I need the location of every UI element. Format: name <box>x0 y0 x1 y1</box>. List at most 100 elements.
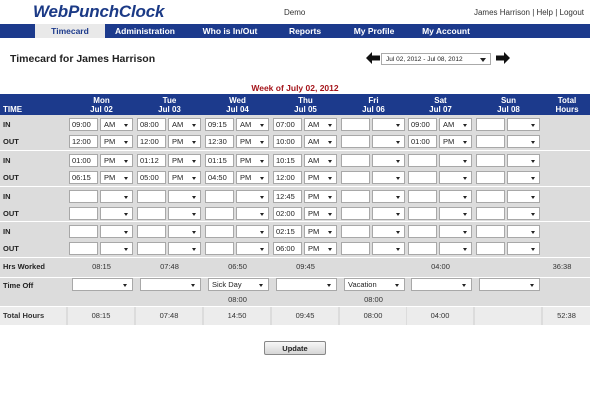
help-link[interactable]: Help <box>537 8 553 17</box>
ampm-select[interactable] <box>168 207 201 220</box>
time-input[interactable] <box>476 207 505 220</box>
ampm-select[interactable] <box>439 190 472 203</box>
time-input[interactable] <box>341 135 370 148</box>
time-input[interactable]: 07:00 <box>273 118 302 131</box>
update-button[interactable]: Update <box>264 341 326 355</box>
ampm-select[interactable]: PM <box>304 225 337 238</box>
ampm-select[interactable] <box>168 225 201 238</box>
ampm-select[interactable] <box>372 190 405 203</box>
time-input[interactable]: 09:00 <box>408 118 437 131</box>
time-input[interactable]: 12:45 <box>273 190 302 203</box>
ampm-select[interactable]: PM <box>100 171 133 184</box>
time-input[interactable]: 02:00 <box>273 207 302 220</box>
time-input[interactable] <box>341 171 370 184</box>
time-input[interactable] <box>408 154 437 167</box>
previous-week-arrow-icon[interactable] <box>366 52 380 64</box>
time-off-select[interactable] <box>276 278 337 291</box>
ampm-select[interactable]: AM <box>304 154 337 167</box>
ampm-select[interactable] <box>372 242 405 255</box>
user-name-link[interactable]: James Harrison <box>474 8 530 17</box>
ampm-select[interactable]: AM <box>304 118 337 131</box>
time-input[interactable] <box>69 190 98 203</box>
ampm-select[interactable] <box>507 207 540 220</box>
ampm-select[interactable] <box>100 225 133 238</box>
time-input[interactable]: 10:15 <box>273 154 302 167</box>
time-input[interactable]: 01:12 <box>137 154 166 167</box>
ampm-select[interactable]: PM <box>236 171 269 184</box>
time-input[interactable] <box>69 225 98 238</box>
ampm-select[interactable] <box>507 171 540 184</box>
time-input[interactable] <box>476 135 505 148</box>
ampm-select[interactable] <box>372 207 405 220</box>
ampm-select[interactable] <box>236 190 269 203</box>
ampm-select[interactable] <box>168 190 201 203</box>
logout-link[interactable]: Logout <box>560 8 584 17</box>
time-input[interactable]: 02:15 <box>273 225 302 238</box>
time-input[interactable]: 06:15 <box>69 171 98 184</box>
ampm-select[interactable] <box>439 171 472 184</box>
ampm-select[interactable]: AM <box>100 118 133 131</box>
time-input[interactable] <box>408 207 437 220</box>
time-input[interactable]: 06:00 <box>273 242 302 255</box>
time-input[interactable]: 12:00 <box>69 135 98 148</box>
ampm-select[interactable]: AM <box>236 118 269 131</box>
time-input[interactable] <box>205 225 234 238</box>
nav-tab-administration[interactable]: Administration <box>105 24 185 38</box>
ampm-select[interactable]: PM <box>168 154 201 167</box>
ampm-select[interactable] <box>507 154 540 167</box>
time-input[interactable]: 09:00 <box>69 118 98 131</box>
ampm-select[interactable]: PM <box>168 171 201 184</box>
ampm-select[interactable] <box>372 118 405 131</box>
ampm-select[interactable]: PM <box>100 154 133 167</box>
ampm-select[interactable] <box>439 154 472 167</box>
nav-tab-my-profile[interactable]: My Profile <box>342 24 406 38</box>
time-input[interactable] <box>408 190 437 203</box>
ampm-select[interactable]: PM <box>304 190 337 203</box>
time-input[interactable] <box>341 242 370 255</box>
ampm-select[interactable]: PM <box>304 171 337 184</box>
ampm-select[interactable] <box>507 190 540 203</box>
ampm-select[interactable] <box>236 207 269 220</box>
time-input[interactable] <box>137 207 166 220</box>
time-input[interactable]: 04:50 <box>205 171 234 184</box>
time-input[interactable]: 10:00 <box>273 135 302 148</box>
ampm-select[interactable] <box>236 242 269 255</box>
week-select[interactable]: Jul 02, 2012 - Jul 08, 2012 <box>381 53 491 65</box>
time-input[interactable] <box>137 190 166 203</box>
time-input[interactable]: 09:15 <box>205 118 234 131</box>
time-input[interactable] <box>69 242 98 255</box>
time-off-select[interactable]: Sick Day <box>208 278 269 291</box>
ampm-select[interactable] <box>100 207 133 220</box>
ampm-select[interactable] <box>372 171 405 184</box>
time-input[interactable] <box>476 171 505 184</box>
time-input[interactable] <box>476 154 505 167</box>
ampm-select[interactable] <box>372 135 405 148</box>
ampm-select[interactable]: PM <box>236 154 269 167</box>
time-input[interactable]: 01:00 <box>408 135 437 148</box>
time-off-select[interactable] <box>411 278 472 291</box>
nav-tab-who-is-in-out[interactable]: Who is In/Out <box>190 24 270 38</box>
time-input[interactable] <box>476 225 505 238</box>
time-input[interactable] <box>137 242 166 255</box>
time-input[interactable] <box>341 154 370 167</box>
ampm-select[interactable] <box>439 225 472 238</box>
ampm-select[interactable] <box>507 225 540 238</box>
ampm-select[interactable] <box>168 242 201 255</box>
nav-tab-timecard[interactable]: Timecard <box>35 24 105 38</box>
time-input[interactable] <box>341 118 370 131</box>
time-input[interactable] <box>341 190 370 203</box>
ampm-select[interactable] <box>507 242 540 255</box>
ampm-select[interactable]: PM <box>168 135 201 148</box>
ampm-select[interactable] <box>100 190 133 203</box>
time-input[interactable]: 12:30 <box>205 135 234 148</box>
time-off-select[interactable] <box>72 278 133 291</box>
time-input[interactable] <box>205 190 234 203</box>
ampm-select[interactable]: AM <box>439 118 472 131</box>
ampm-select[interactable] <box>507 118 540 131</box>
time-input[interactable] <box>205 242 234 255</box>
next-week-arrow-icon[interactable] <box>496 52 510 64</box>
time-input[interactable] <box>476 242 505 255</box>
time-input[interactable] <box>69 207 98 220</box>
time-off-select[interactable] <box>140 278 201 291</box>
time-input[interactable] <box>205 207 234 220</box>
